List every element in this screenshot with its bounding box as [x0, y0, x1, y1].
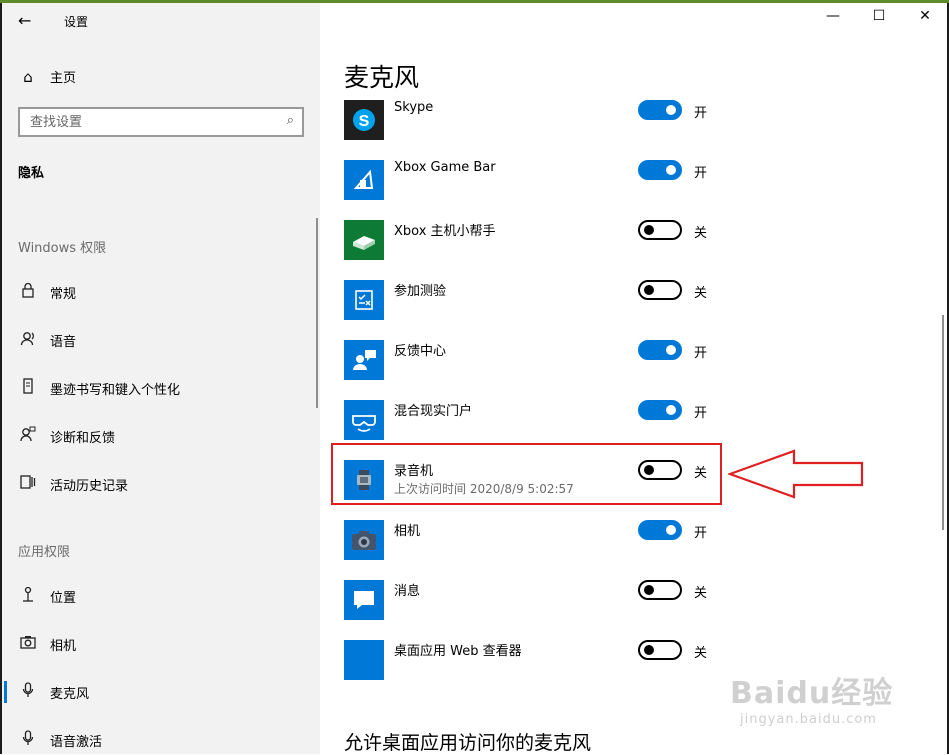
microphone-icon: [18, 682, 38, 702]
toggle-xbox-game-bar[interactable]: [638, 160, 682, 180]
camera-app-icon: [344, 520, 384, 560]
lock-icon: [18, 282, 38, 302]
app-name: 相机: [394, 524, 421, 539]
app-name: Xbox 主机小帮手: [394, 224, 496, 239]
search-icon[interactable]: ⌕: [287, 113, 294, 128]
sidebar-item-microphone[interactable]: 麦克风: [3, 681, 90, 703]
back-arrow-icon[interactable]: ←: [18, 11, 31, 30]
search-input[interactable]: [28, 114, 272, 131]
toggle-state-label: 开: [694, 106, 708, 121]
toggle-state-label: 开: [694, 526, 708, 541]
sidebar-item-label: 语音: [50, 334, 77, 350]
ink-icon: [18, 378, 38, 398]
annotation-highlight-box: [331, 443, 722, 505]
sidebar-item-inking[interactable]: 墨迹书写和键入个性化: [18, 377, 180, 399]
sidebar-item-activity-history[interactable]: 活动历史记录: [18, 473, 128, 495]
activity-icon: [18, 474, 38, 494]
watermark-logo: Baidu经验: [730, 676, 894, 711]
app-row-feedback-hub: 反馈中心 开: [344, 340, 724, 380]
feedback-hub-icon: [344, 340, 384, 380]
toggle-feedback-hub[interactable]: [638, 340, 682, 360]
page-title: 麦克风: [344, 63, 420, 92]
watermark-url: jingyan.baidu.com: [740, 712, 877, 727]
app-row-skype: S Skype 开: [344, 100, 724, 140]
sidebar-item-camera[interactable]: 相机: [18, 633, 76, 655]
app-name: Xbox Game Bar: [394, 160, 496, 175]
annotation-arrow-icon: [728, 449, 864, 499]
toggle-state-label: 开: [694, 166, 708, 181]
sidebar-item-label: 相机: [50, 638, 77, 654]
sidebar-item-general[interactable]: 常规: [18, 281, 76, 303]
sidebar-item-label: 墨迹书写和键入个性化: [50, 382, 181, 398]
toggle-state-label: 关: [694, 286, 708, 301]
app-row-camera: 相机 开: [344, 520, 724, 560]
voice-activation-icon: [18, 730, 38, 750]
toggle-xbox-console[interactable]: [638, 220, 682, 240]
sidebar-item-diagnostics[interactable]: 诊断和反馈: [18, 425, 115, 447]
camera-icon: [18, 635, 38, 653]
sidebar-item-label: 诊断和反馈: [50, 430, 116, 446]
test-icon: [344, 280, 384, 320]
sidebar-item-label: 语音激活: [50, 734, 103, 750]
search-field[interactable]: ⌕: [18, 107, 304, 137]
sidebar-item-location[interactable]: 位置: [18, 585, 76, 607]
sidebar-item-speech[interactable]: 语音: [18, 329, 76, 351]
app-name: 混合现实门户: [394, 404, 473, 419]
toggle-state-label: 关: [694, 226, 708, 241]
toggle-state-label: 关: [694, 646, 708, 661]
sidebar-item-label: 麦克风: [50, 686, 90, 702]
feedback-icon: [18, 426, 38, 446]
app-row-take-a-test: 参加测验 关: [344, 280, 724, 320]
group-label-app-permissions: 应用权限: [18, 545, 71, 560]
toggle-camera[interactable]: [638, 520, 682, 540]
group-label-windows-permissions: Windows 权限: [18, 241, 107, 256]
sidebar-item-voice-activation[interactable]: 语音激活: [18, 729, 102, 751]
sidebar-item-label: 活动历史记录: [50, 478, 129, 494]
app-name: 消息: [394, 584, 421, 599]
speech-icon: [18, 330, 38, 350]
app-name: 参加测验: [394, 284, 447, 299]
close-icon[interactable]: ✕: [915, 8, 935, 24]
desktop-apps-heading: 允许桌面应用访问你的麦克风: [344, 732, 592, 754]
sidebar-item-label: 位置: [50, 590, 77, 606]
home-icon: ⌂: [23, 67, 33, 86]
location-icon: [18, 586, 38, 606]
app-row-xbox-game-bar: Xbox Game Bar 开: [344, 160, 724, 200]
messaging-icon: [344, 580, 384, 620]
maximize-icon[interactable]: ☐: [869, 8, 889, 24]
toggle-skype[interactable]: [638, 100, 682, 120]
toggle-messaging[interactable]: [638, 580, 682, 600]
nav-home-label: 主页: [50, 71, 77, 86]
nav-home[interactable]: ⌂ 主页: [18, 67, 77, 87]
mixed-reality-icon: [344, 400, 384, 440]
app-row-xbox-console: Xbox 主机小帮手 关: [344, 220, 724, 260]
minimize-icon[interactable]: —: [823, 8, 843, 24]
app-name: 反馈中心: [394, 344, 447, 359]
sidebar: ← 设置 ⌂ 主页 ⌕ 隐私 Windows 权限 常规 语音 墨迹书写和键入个…: [0, 3, 320, 754]
toggle-web-viewer[interactable]: [638, 640, 682, 660]
xbox-game-bar-icon: [344, 160, 384, 200]
app-row-messaging: 消息 关: [344, 580, 724, 620]
web-viewer-icon: [344, 640, 384, 680]
window-title: 设置: [64, 15, 89, 29]
toggle-take-a-test[interactable]: [638, 280, 682, 300]
svg-text:S: S: [359, 113, 370, 130]
xbox-console-icon: [344, 220, 384, 260]
toggle-state-label: 开: [694, 346, 708, 361]
app-row-mixed-reality-portal: 混合现实门户 开: [344, 400, 724, 440]
app-name: 桌面应用 Web 查看器: [394, 644, 522, 659]
sidebar-scrollbar[interactable]: [316, 218, 318, 408]
toggle-state-label: 关: [694, 586, 708, 601]
app-name: Skype: [394, 100, 434, 115]
toggle-mixed-reality-portal[interactable]: [638, 400, 682, 420]
skype-icon: S: [344, 100, 384, 140]
app-row-web-viewer: 桌面应用 Web 查看器 关: [344, 640, 724, 680]
current-section-title: 隐私: [18, 166, 45, 181]
main-scrollbar[interactable]: [942, 315, 944, 530]
sidebar-item-label: 常规: [50, 286, 77, 302]
toggle-state-label: 开: [694, 406, 708, 421]
